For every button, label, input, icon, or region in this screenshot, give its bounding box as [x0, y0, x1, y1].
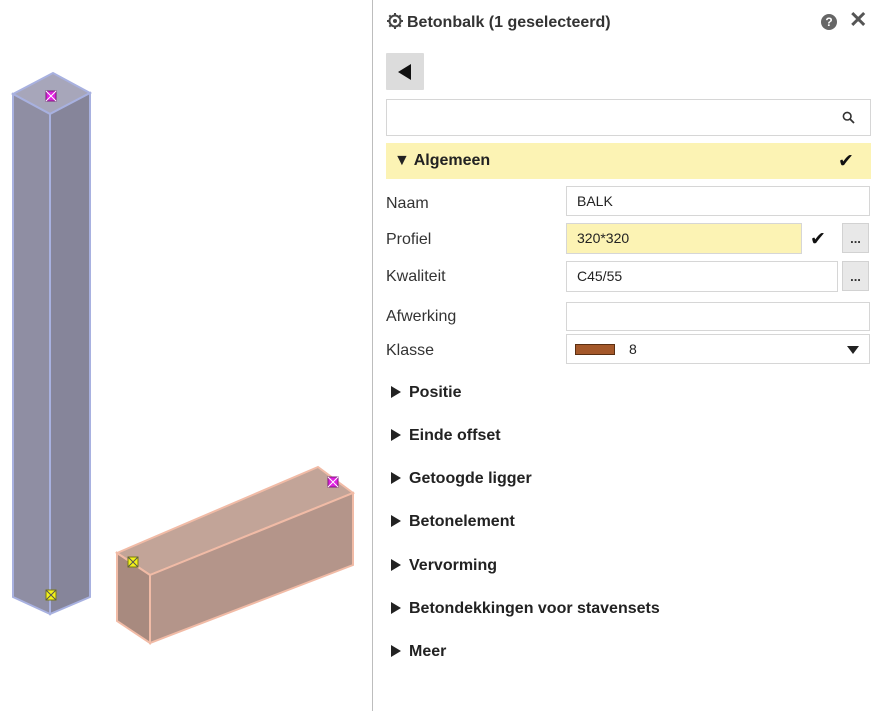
expand-arrow-icon [391, 515, 401, 527]
expand-arrow-icon [391, 602, 401, 614]
grip-handle-icon[interactable] [327, 476, 339, 488]
gear-icon[interactable] [387, 13, 403, 29]
profiel-field[interactable]: 320*320 [566, 223, 802, 254]
model-viewport[interactable] [0, 0, 372, 711]
chevron-down-icon[interactable] [847, 346, 859, 354]
property-search[interactable] [386, 99, 871, 136]
section-algemeen[interactable]: ▼ Algemeen ✔ [386, 143, 871, 179]
back-button[interactable] [386, 53, 424, 90]
grip-handle-icon[interactable] [127, 556, 139, 568]
expand-arrow-icon [391, 472, 401, 484]
profiel-browse-button[interactable]: ... [842, 223, 869, 253]
model-view-canvas[interactable] [0, 0, 372, 711]
kwaliteit-browse-button[interactable]: ... [842, 261, 869, 291]
profiel-value: 320*320 [577, 230, 630, 246]
expand-arrow-icon [391, 429, 401, 441]
klasse-label: Klasse [386, 342, 435, 359]
search-icon[interactable] [842, 111, 855, 124]
klasse-select[interactable]: 8 [566, 334, 870, 364]
naam-field[interactable]: BALK [566, 186, 870, 216]
close-icon[interactable]: ✕ [849, 9, 867, 31]
back-arrow-icon [398, 64, 411, 80]
section-getoogde-ligger[interactable]: Getoogde ligger [391, 470, 532, 488]
section-positie[interactable]: Positie [391, 384, 461, 402]
concrete-beam[interactable] [114, 465, 356, 645]
checkmark-icon[interactable]: ✔ [838, 150, 854, 173]
section-algemeen-label: ▼ Algemeen [394, 152, 491, 169]
section-vervorming[interactable]: Vervorming [391, 557, 497, 575]
kwaliteit-value: C45/55 [577, 268, 623, 284]
grip-handle-icon[interactable] [45, 589, 57, 601]
concrete-column[interactable] [10, 71, 93, 616]
afwerking-label: Afwerking [386, 308, 457, 325]
kwaliteit-field[interactable]: C45/55 [566, 261, 838, 292]
klasse-color-swatch [575, 344, 615, 355]
naam-label: Naam [386, 195, 429, 212]
expand-arrow-icon [391, 645, 401, 657]
panel-titlebar: Betonbalk (1 geselecteerd) ? ✕ [373, 0, 871, 46]
kwaliteit-label: Kwaliteit [386, 268, 446, 285]
expand-arrow-icon [391, 386, 401, 398]
section-betonelement[interactable]: Betonelement [391, 513, 515, 531]
klasse-value: 8 [629, 341, 637, 357]
naam-value: BALK [577, 193, 613, 209]
section-einde-offset[interactable]: Einde offset [391, 427, 501, 445]
grip-handle-icon[interactable] [45, 90, 57, 102]
help-icon[interactable]: ? [821, 14, 837, 30]
checkmark-icon[interactable]: ✔ [810, 228, 826, 251]
search-input[interactable] [393, 108, 827, 130]
afwerking-field[interactable] [566, 302, 870, 331]
profiel-label: Profiel [386, 231, 432, 248]
section-betondekkingen[interactable]: Betondekkingen voor stavensets [391, 600, 660, 618]
section-meer[interactable]: Meer [391, 643, 446, 661]
panel-title: Betonbalk (1 geselecteerd) [407, 14, 611, 31]
expand-arrow-icon [391, 559, 401, 571]
